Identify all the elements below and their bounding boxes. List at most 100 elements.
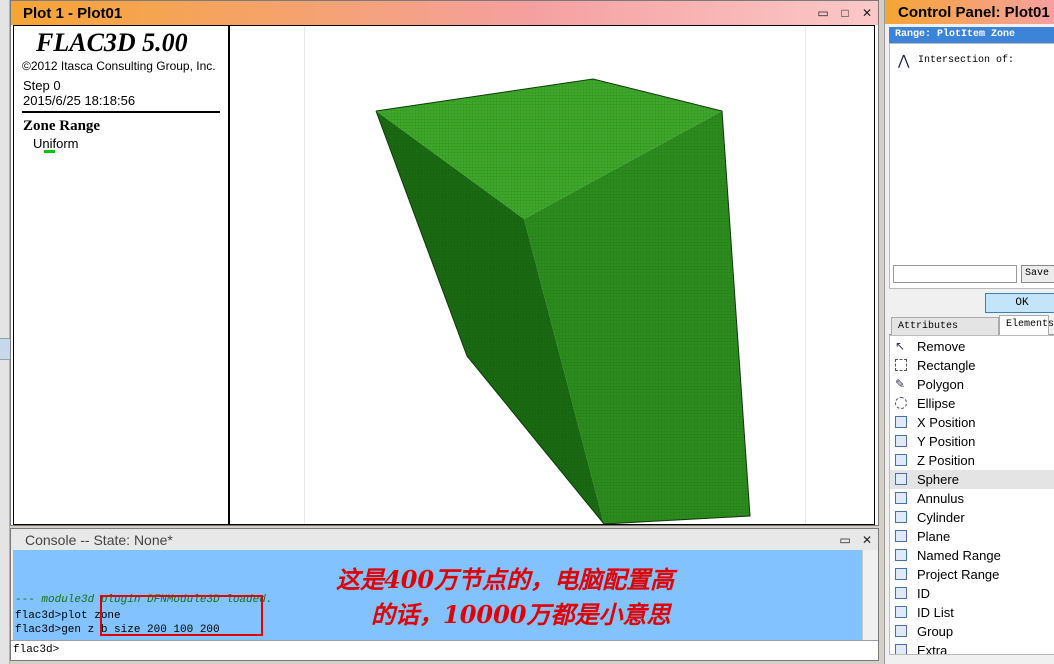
elements-list-label: X Position <box>917 415 976 430</box>
save-button[interactable]: Save I <box>1021 265 1054 283</box>
legend-app-title: FLAC3D 5.00 <box>36 28 188 57</box>
legend-copyright: ©2012 Itasca Consulting Group, Inc. <box>22 59 216 73</box>
plot-window-titlebar[interactable]: Plot 1 - Plot01 ▭ □ ✕ <box>11 1 878 25</box>
group-icon <box>895 625 907 637</box>
elements-list[interactable]: ↖ Remove Rectangle ✎ Polygon Ellipse X Positio… <box>889 335 1054 655</box>
legend-divider <box>22 111 220 113</box>
id-list-icon <box>895 606 907 618</box>
range-header[interactable]: Range: PlotItem Zone <box>889 27 1054 43</box>
console-window: Console -- State: None* ▭ ✕ --- module3d… <box>10 528 879 661</box>
y-position-icon <box>895 435 907 447</box>
plot-area: FLAC3D 5.00 ©2012 Itasca Consulting Grou… <box>13 25 875 525</box>
z-position-icon <box>895 454 907 466</box>
remove-icon: ↖ <box>895 339 906 353</box>
console-scrollbar[interactable] <box>862 550 878 640</box>
cylinder-icon <box>895 511 907 523</box>
elements-list-label: Named Range <box>917 548 1001 563</box>
elements-list-label: ID <box>917 586 930 601</box>
named-range-icon <box>895 549 907 561</box>
range-tree-item[interactable]: Intersection of: <box>918 55 1014 66</box>
legend-section-title: Zone Range <box>23 118 101 134</box>
tab-attributes[interactable]: Attributes <box>891 317 999 335</box>
plot-window: Plot 1 - Plot01 ▭ □ ✕ FLAC3D 5.00 ©2012 … <box>10 0 879 526</box>
range-tree[interactable]: ⋀ Intersection of: <box>889 43 1054 289</box>
ok-button[interactable]: OK <box>985 293 1054 313</box>
elements-list-item[interactable]: Rectangle <box>890 356 1054 375</box>
elements-list-label: Polygon <box>917 377 964 392</box>
range-header-label: Range: PlotItem Zone <box>895 29 1016 40</box>
elements-list-item[interactable]: Group <box>890 622 1054 641</box>
control-panel-titlebar[interactable]: Control Panel: Plot01 <box>885 0 1054 24</box>
elements-list-label: Plane <box>917 529 951 544</box>
rectangle-icon <box>895 359 907 371</box>
minimize-icon[interactable]: ▭ <box>834 530 856 550</box>
polygon-icon: ✎ <box>895 377 906 391</box>
control-panel-title: Control Panel: Plot01 <box>898 4 1050 21</box>
elements-list-item[interactable]: Sphere <box>890 470 1054 489</box>
x-position-icon <box>895 416 907 428</box>
elements-list-item[interactable]: Named Range <box>890 546 1054 565</box>
zone-model-svg <box>375 78 751 525</box>
close-icon[interactable]: ✕ <box>856 530 878 550</box>
elements-list-item[interactable]: X Position <box>890 413 1054 432</box>
elements-list-label: Annulus <box>917 491 964 506</box>
elements-list-item[interactable]: Plane <box>890 527 1054 546</box>
plot-window-title: Plot 1 - Plot01 <box>23 4 123 22</box>
console-output[interactable]: --- module3d plugin DFNModule3D loaded. … <box>13 550 862 640</box>
elements-list-item[interactable]: ID <box>890 584 1054 603</box>
control-panel-tabs: Attributes Elements <box>889 315 1054 336</box>
save-name-input[interactable] <box>893 265 1017 283</box>
elements-list-label: Y Position <box>917 434 976 449</box>
console-title: Console -- State: None* <box>25 531 173 548</box>
elements-list-item[interactable]: Annulus <box>890 489 1054 508</box>
intersection-icon: ⋀ <box>898 52 910 68</box>
extra-icon <box>895 644 907 654</box>
ellipse-icon <box>895 397 907 409</box>
elements-list-label: Sphere <box>917 472 959 487</box>
elements-list-label: Cylinder <box>917 510 965 525</box>
elements-list-label: Ellipse <box>917 396 956 411</box>
elements-list-label: Rectangle <box>917 358 976 373</box>
elements-list-label: Remove <box>917 339 966 354</box>
legend-entry-label: Uniform <box>33 136 79 151</box>
minimize-icon[interactable]: ▭ <box>812 3 834 23</box>
elements-list-item[interactable]: Project Range <box>890 565 1054 584</box>
elements-list-item[interactable]: Y Position <box>890 432 1054 451</box>
control-panel: Control Panel: Plot01 Range: PlotItem Zo… <box>884 0 1054 664</box>
id-icon <box>895 587 907 599</box>
viewport-guide-line <box>805 26 806 524</box>
flac3d-application: Plot 1 - Plot01 ▭ □ ✕ FLAC3D 5.00 ©2012 … <box>0 0 1054 664</box>
elements-list-item[interactable]: Z Position <box>890 451 1054 470</box>
annulus-icon <box>895 492 907 504</box>
maximize-icon[interactable]: □ <box>834 3 856 23</box>
plane-icon <box>895 530 907 542</box>
legend-color-swatch <box>44 150 55 153</box>
elements-list-label: Group <box>917 624 954 639</box>
left-dock-strip <box>0 0 10 664</box>
elements-list-item[interactable]: Extra <box>890 641 1054 655</box>
elements-list-item[interactable]: Ellipse <box>890 394 1054 413</box>
console-titlebar[interactable]: Console -- State: None* ▭ ✕ <box>11 529 878 550</box>
project-range-icon <box>895 568 907 580</box>
elements-list-item[interactable]: ID List <box>890 603 1054 622</box>
console-prompt: flac3d> <box>13 644 60 656</box>
elements-list-item[interactable]: ✎ Polygon <box>890 375 1054 394</box>
elements-list-label: ID List <box>917 605 954 620</box>
dock-tab-marker[interactable] <box>0 338 10 360</box>
plot-legend: FLAC3D 5.00 ©2012 Itasca Consulting Grou… <box>14 26 230 524</box>
sphere-icon <box>895 473 907 485</box>
legend-datetime: 2015/6/25 18:18:56 <box>23 93 136 108</box>
viewport-guide-line <box>304 26 305 524</box>
elements-list-label: Project Range <box>917 567 1000 582</box>
elements-list-item[interactable]: Cylinder <box>890 508 1054 527</box>
console-input-row[interactable]: flac3d> <box>11 640 878 660</box>
legend-step: Step 0 <box>23 78 61 93</box>
close-icon[interactable]: ✕ <box>856 3 878 23</box>
elements-list-item[interactable]: ↖ Remove <box>890 337 1054 356</box>
highlight-box <box>100 595 263 636</box>
annotation-text: 这是400万节点的，电脑配置高 <box>336 565 675 594</box>
elements-list-label: Extra <box>917 643 948 655</box>
tab-elements[interactable]: Elements <box>999 315 1054 336</box>
annotation-text: 的话，10000万都是小意思 <box>371 600 671 629</box>
3d-viewport[interactable] <box>232 26 874 525</box>
